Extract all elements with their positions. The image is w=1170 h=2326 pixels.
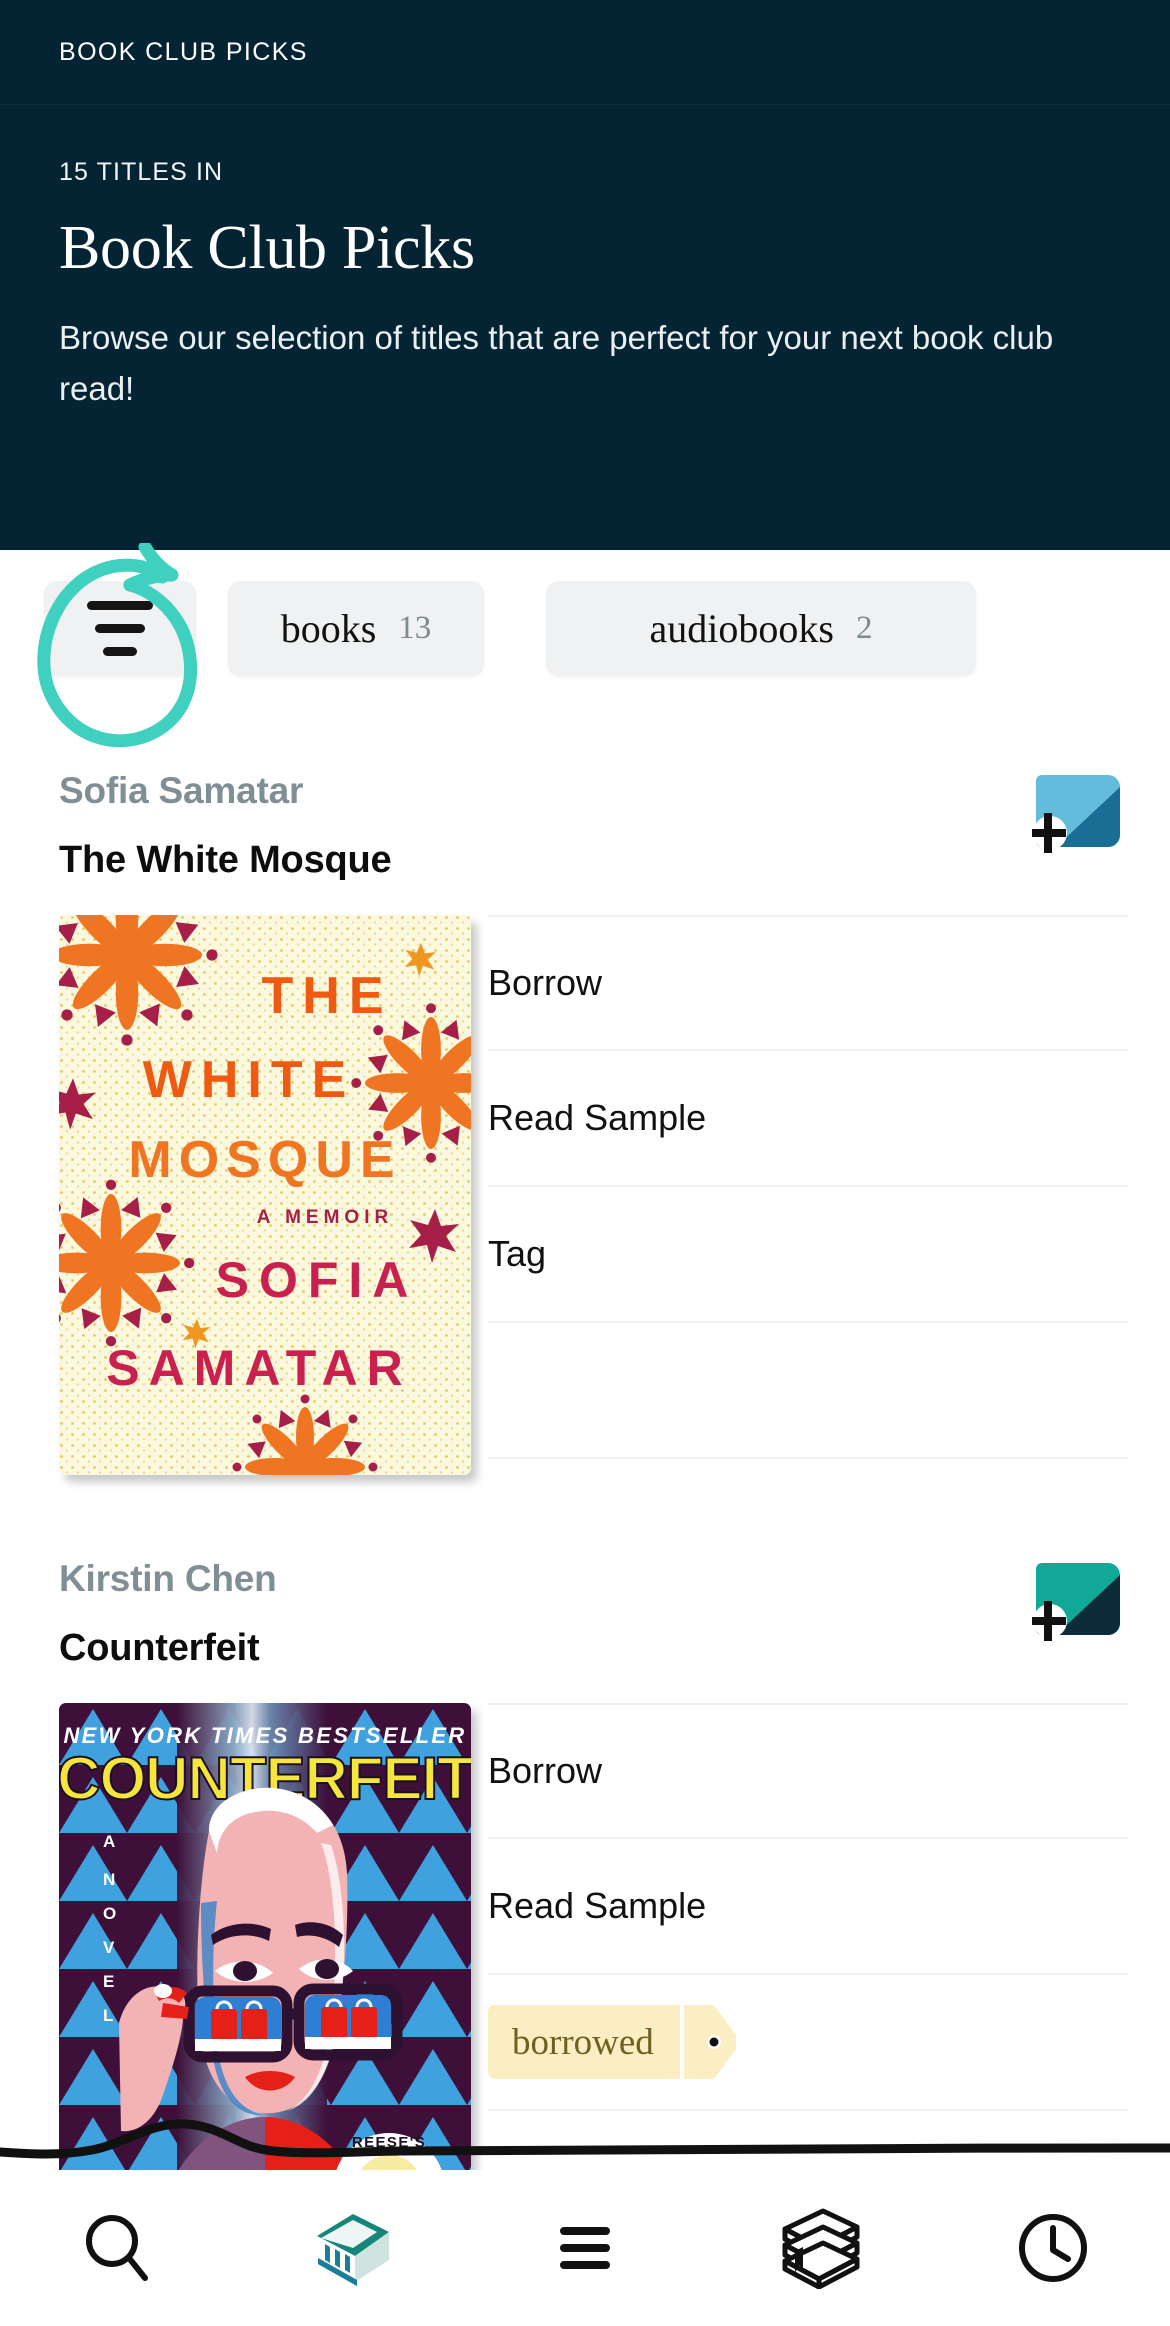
app-bar-title: BOOK CLUB PICKS (59, 37, 308, 66)
book-list: Sofia Samatar The White Mosque THE WHITE… (0, 735, 1170, 2263)
action-borrow-label: Borrow (488, 1750, 603, 1791)
page-description: Browse our selection of titles that are … (59, 319, 1054, 408)
book-cover-the-white-mosque[interactable]: THE WHITE MOSQUE A MEMOIR SOFIA SAMATAR (59, 915, 471, 1475)
book-header: Sofia Samatar The White Mosque (0, 735, 1170, 915)
nav-shelf[interactable] (702, 2170, 936, 2326)
action-tag-label: Tag (488, 1233, 547, 1274)
action-borrow[interactable]: Borrow (488, 915, 1128, 1051)
action-borrow-label: Borrow (488, 962, 603, 1003)
action-borrow[interactable]: Borrow (488, 1703, 1128, 1839)
svg-text:SOFIA: SOFIA (216, 1252, 419, 1308)
book-item: Sofia Samatar The White Mosque THE WHITE… (0, 735, 1170, 1475)
book-item: Kirstin Chen Counterfeit NEW YORK TIMES … (0, 1523, 1170, 2263)
top-app-bar: BOOK CLUB PICKS (0, 0, 1170, 104)
header-content: 15 TITLES IN Book Club Picks Browse our … (59, 160, 1119, 415)
borrowed-tag-label: borrowed (512, 2021, 654, 2063)
add-to-tag-icon[interactable] (1024, 763, 1128, 859)
svg-text:V: V (103, 1938, 115, 1957)
tag-point-icon (683, 2005, 736, 2079)
search-icon (86, 2215, 148, 2281)
action-read-sample-label: Read Sample (488, 1097, 707, 1138)
book-title[interactable]: The White Mosque (59, 839, 392, 882)
svg-text:N: N (103, 1870, 116, 1889)
menu-icon (560, 2227, 610, 2269)
book-actions: Borrow Read Sample Tag (488, 915, 1128, 1475)
action-read-sample-label: Read Sample (488, 1885, 707, 1926)
filter-button[interactable] (44, 581, 196, 675)
book-stack-icon (782, 2208, 860, 2289)
svg-text:REESE'S: REESE'S (352, 2134, 426, 2151)
library-building-icon (317, 2214, 389, 2286)
chip-audiobooks[interactable]: audiobooks 2 (546, 581, 976, 675)
action-tag[interactable]: Tag (488, 1187, 1128, 1323)
clock-icon (1019, 2214, 1087, 2282)
nav-search[interactable] (0, 2170, 234, 2326)
header-divider (0, 104, 1170, 105)
chip-books-count: 13 (398, 609, 432, 646)
nav-library[interactable] (234, 2170, 468, 2326)
svg-text:A: A (103, 1832, 116, 1851)
svg-text:WHITE: WHITE (143, 1051, 356, 1109)
book-header: Kirstin Chen Counterfeit (0, 1523, 1170, 1703)
add-to-tag-icon[interactable] (1024, 1551, 1128, 1647)
book-author: Sofia Samatar (59, 770, 304, 811)
page-title: Book Club Picks (59, 214, 475, 282)
svg-text:L: L (103, 2006, 114, 2025)
filter-chip-row: books 13 audiobooks 2 (0, 550, 1170, 735)
app-root: BOOK CLUB PICKS 15 TITLES IN Book Club P… (0, 0, 1170, 2326)
svg-text:O: O (103, 1904, 117, 1923)
chip-books[interactable]: books 13 (228, 581, 484, 675)
borrowed-tag-chip[interactable]: borrowed (488, 2005, 736, 2079)
chip-audiobooks-label: audiobooks (649, 605, 834, 651)
filter-icon (87, 600, 153, 656)
title-count-eyebrow: 15 TITLES IN (59, 158, 224, 186)
svg-text:THE: THE (262, 967, 393, 1025)
bottom-navigation-bar (0, 2170, 1170, 2326)
svg-text:A MEMOIR: A MEMOIR (257, 1207, 393, 1228)
nav-menu[interactable] (468, 2170, 702, 2326)
book-title[interactable]: Counterfeit (59, 1627, 260, 1670)
action-read-sample[interactable]: Read Sample (488, 1839, 1128, 1975)
page-header: BOOK CLUB PICKS 15 TITLES IN Book Club P… (0, 0, 1170, 550)
svg-text:SAMATAR: SAMATAR (106, 1340, 412, 1396)
svg-text:E: E (103, 1972, 115, 1991)
book-author: Kirstin Chen (59, 1558, 277, 1599)
nav-history[interactable] (936, 2170, 1170, 2326)
book-body: THE WHITE MOSQUE A MEMOIR SOFIA SAMATAR … (0, 915, 1170, 1475)
chip-audiobooks-count: 2 (855, 609, 873, 646)
tag-row: borrowed (488, 1975, 1128, 2111)
book-cover-wrap[interactable]: THE WHITE MOSQUE A MEMOIR SOFIA SAMATAR (0, 915, 471, 1475)
action-spacer (488, 1323, 1128, 1459)
svg-text:MOSQUE: MOSQUE (128, 1131, 401, 1189)
action-read-sample[interactable]: Read Sample (488, 1051, 1128, 1187)
chip-books-label: books (280, 605, 377, 651)
